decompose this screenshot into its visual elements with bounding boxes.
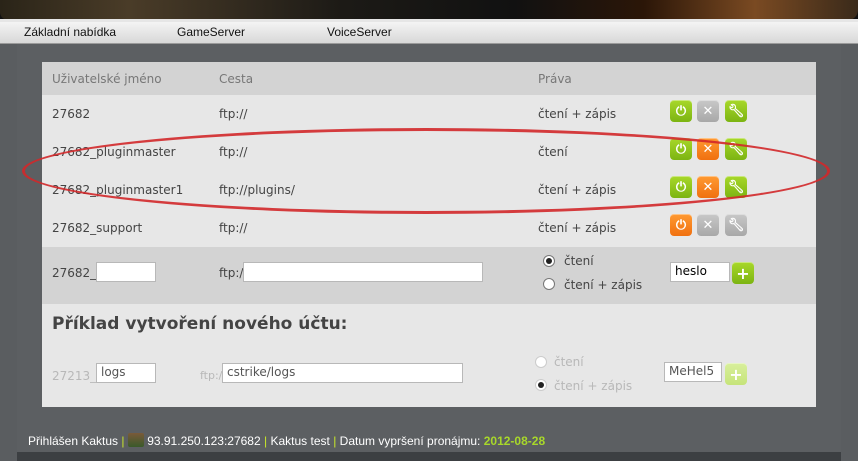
close-icon[interactable]: ✕ — [697, 138, 719, 160]
row-rights: čtení + zápis — [538, 221, 617, 235]
row-username: 27682_pluginmaster — [52, 145, 176, 159]
power-icon[interactable]: ⏻ — [670, 176, 692, 198]
server-address: 93.91.250.123:27682 — [147, 434, 261, 448]
row-username: 27682_support — [52, 221, 143, 235]
row-path: ftp:// — [219, 107, 248, 121]
close-icon[interactable]: ✕ — [697, 176, 719, 198]
row-path: ftp://plugins/ — [219, 183, 295, 197]
power-icon[interactable]: ⏻ — [670, 214, 692, 236]
table-row: 27682 ftp:// čtení + zápis ⏻ ✕ 🔧︎ — [42, 95, 816, 133]
row-rights: čtení — [538, 145, 568, 159]
row-rights: čtení + zápis — [538, 183, 617, 197]
row-username: 27682 — [52, 107, 91, 121]
banner-artwork — [0, 0, 858, 20]
power-icon[interactable]: ⏻ — [670, 138, 692, 160]
table-header: Uživatelské jméno Cesta Práva — [42, 62, 816, 95]
row-username: 27682_pluginmaster1 — [52, 183, 184, 197]
nav-item-basic-offer[interactable]: Základní nabídka — [24, 25, 116, 39]
example-title: Příklad vytvoření nového účtu: — [52, 314, 348, 334]
row-path: ftp:// — [219, 221, 248, 235]
row-path: ftp:// — [219, 145, 248, 159]
password-input[interactable]: heslo — [670, 262, 730, 282]
close-icon[interactable]: ✕ — [697, 100, 719, 122]
user-name: Kaktus test — [270, 434, 330, 448]
close-icon[interactable]: ✕ — [697, 214, 719, 236]
example-rights-readwrite-radio — [535, 379, 547, 391]
rights-readwrite-radio[interactable] — [543, 278, 555, 290]
example-password-input: MeHel5 — [664, 362, 722, 382]
wrench-icon[interactable]: 🔧︎ — [725, 214, 747, 236]
path-input[interactable] — [243, 262, 483, 282]
footer-bar — [17, 452, 841, 461]
example-path-input: cstrike/logs — [222, 363, 463, 383]
header-banner — [0, 0, 858, 22]
row-rights: čtení + zápis — [538, 107, 617, 121]
example-username-prefix: 27213_ — [52, 369, 97, 383]
example-add-button: + — [725, 363, 747, 385]
header-username: Uživatelské jméno — [52, 72, 162, 86]
add-account-button[interactable]: + — [732, 262, 754, 284]
ftp-accounts-panel: Uživatelské jméno Cesta Práva 27682 ftp:… — [42, 62, 816, 407]
username-input[interactable] — [96, 262, 156, 282]
rights-read-radio[interactable] — [543, 255, 555, 267]
power-icon[interactable]: ⏻ — [670, 100, 692, 122]
logged-in-text: Přihlášen Kaktus — [28, 434, 119, 448]
lease-date: 2012-08-28 — [483, 434, 546, 448]
table-row: 27682_support ftp:// čtení + zápis ⏻ ✕ 🔧… — [42, 209, 816, 247]
nav-item-gameserver[interactable]: GameServer — [177, 25, 245, 39]
example-rights-readwrite-label: čtení + zápis — [554, 379, 633, 393]
nav-item-voiceserver[interactable]: VoiceServer — [327, 25, 392, 39]
wrench-icon[interactable]: 🔧︎ — [725, 176, 747, 198]
username-prefix: 27682_ — [52, 266, 97, 280]
example-username-input: logs — [96, 363, 156, 383]
status-bar: Přihlášen Kaktus | 93.91.250.123:27682 |… — [28, 433, 546, 448]
wrench-icon[interactable]: 🔧︎ — [725, 138, 747, 160]
header-rights: Práva — [538, 72, 572, 86]
lease-label: Datum vypršení pronájmu: — [339, 434, 481, 448]
top-nav: Základní nabídka GameServer VoiceServer — [0, 22, 858, 44]
rights-readwrite-label: čtení + zápis — [564, 278, 643, 292]
example-rights-read-label: čtení — [554, 355, 584, 369]
table-row: 27682_pluginmaster ftp:// čtení ⏻ ✕ 🔧︎ — [42, 133, 816, 171]
add-account-row: 27682_ ftp:// čtení čtení + zápis heslo … — [42, 247, 816, 304]
avatar-icon — [127, 433, 144, 447]
rights-read-label: čtení — [564, 254, 594, 268]
wrench-icon[interactable]: 🔧︎ — [725, 100, 747, 122]
table-row: 27682_pluginmaster1 ftp://plugins/ čtení… — [42, 171, 816, 209]
header-path: Cesta — [219, 72, 254, 86]
example-rights-read-radio — [535, 356, 547, 368]
